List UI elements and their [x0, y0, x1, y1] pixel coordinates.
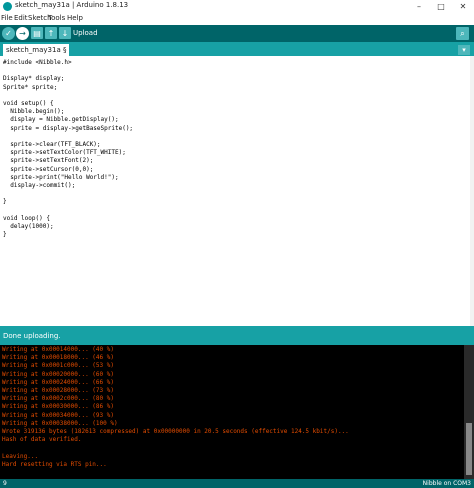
tab-bar: sketch_may31a § ▾	[0, 42, 474, 56]
code-line: display->commit();	[3, 182, 76, 189]
console-scroll-thumb[interactable]	[466, 423, 472, 475]
code-line: sprite->setCursor(0,0);	[3, 165, 94, 173]
menu-tools[interactable]: Tools	[48, 14, 65, 22]
toolbar-hover-label: Upload	[73, 29, 98, 37]
verify-icon[interactable]: ✓	[2, 27, 15, 40]
code-line: #include <Nibble.h>	[3, 59, 72, 66]
new-sketch-icon[interactable]: ▤	[31, 27, 43, 39]
bottom-status-bar: 9 Nibble on COM3	[0, 479, 474, 488]
code-line: delay(1000);	[3, 223, 54, 230]
console-line: Hard resetting via RTS pin...	[2, 460, 107, 468]
open-sketch-icon[interactable]: ↑	[45, 27, 57, 39]
line-number: 9	[3, 480, 7, 487]
code-line: Nibble.begin();	[3, 108, 65, 116]
console-line: Wrote 319136 bytes (182613 compressed) a…	[2, 428, 349, 435]
tab-menu-chevron-down-icon[interactable]: ▾	[458, 45, 470, 55]
console-line: Hash of data verified.	[2, 436, 82, 444]
code-line: Display* display;	[3, 75, 65, 83]
console-line: Writing at 0x0001c000... (53 %)	[2, 362, 114, 370]
upload-icon[interactable]: →	[16, 27, 29, 40]
code-line: sprite->setTextFont(2);	[3, 157, 94, 165]
tab-sketch[interactable]: sketch_may31a §	[3, 44, 70, 56]
code-line: sprite->setTextColor(TFT_WHITE);	[3, 149, 126, 157]
close-button[interactable]: ✕	[452, 0, 474, 13]
code-line: }	[3, 198, 7, 206]
console-line: Leaving...	[2, 452, 39, 460]
code-line: sprite = display->getBaseSprite();	[3, 124, 134, 132]
editor-scrollbar[interactable]	[470, 56, 474, 326]
code-line: sprite->clear(TFT_BLACK);	[3, 141, 101, 148]
console-line: Writing at 0x00018000... (46 %)	[2, 354, 114, 362]
console-line: Writing at 0x0002c000... (80 %)	[2, 395, 114, 403]
board-port: Nibble on COM3	[422, 480, 471, 487]
console-line: Writing at 0x00030000... (86 %)	[2, 403, 114, 411]
status-bar: Done uploading.	[0, 326, 474, 345]
code-line: sprite->print("Hello World!");	[3, 173, 119, 181]
serial-monitor-icon[interactable]: ⌕	[456, 27, 469, 40]
window-title: sketch_may31a | Arduino 1.8.13	[15, 1, 129, 9]
console-output[interactable]: Writing at 0x00014000... (40 %) Writing a…	[0, 345, 474, 479]
console-line: Writing at 0x00028000... (73 %)	[2, 387, 114, 394]
title-bar: sketch_may31a | Arduino 1.8.13 – □ ✕	[0, 0, 474, 13]
maximize-button[interactable]: □	[430, 0, 452, 13]
menu-edit[interactable]: Edit	[14, 14, 28, 22]
console-line: Writing at 0x00038000... (100 %)	[2, 419, 118, 427]
code-line: Sprite* sprite;	[3, 83, 58, 91]
toolbar: ✓ → ▤ ↑ ↓ Upload ⌕	[0, 25, 474, 42]
arduino-app-icon	[3, 2, 12, 11]
menu-help[interactable]: Help	[67, 14, 83, 22]
code-line: void setup() {	[3, 100, 54, 107]
menu-file[interactable]: File	[1, 14, 13, 22]
menu-bar: File Edit Sketch Tools Help	[0, 13, 474, 25]
console-line: Writing at 0x00024000... (66 %)	[2, 378, 114, 386]
console-line: Writing at 0x00020000... (60 %)	[2, 370, 114, 378]
status-message: Done uploading.	[3, 332, 61, 340]
minimize-button[interactable]: –	[408, 0, 430, 13]
code-line: void loop() {	[3, 214, 50, 222]
console-line: Writing at 0x00034000... (93 %)	[2, 411, 114, 419]
code-editor[interactable]: #include <Nibble.h> Display* display; Spri…	[0, 56, 474, 326]
save-sketch-icon[interactable]: ↓	[59, 27, 71, 39]
console-line: Writing at 0x00014000... (40 %)	[2, 346, 114, 353]
code-line: }	[3, 231, 7, 239]
code-line: display = Nibble.getDisplay();	[3, 116, 119, 124]
